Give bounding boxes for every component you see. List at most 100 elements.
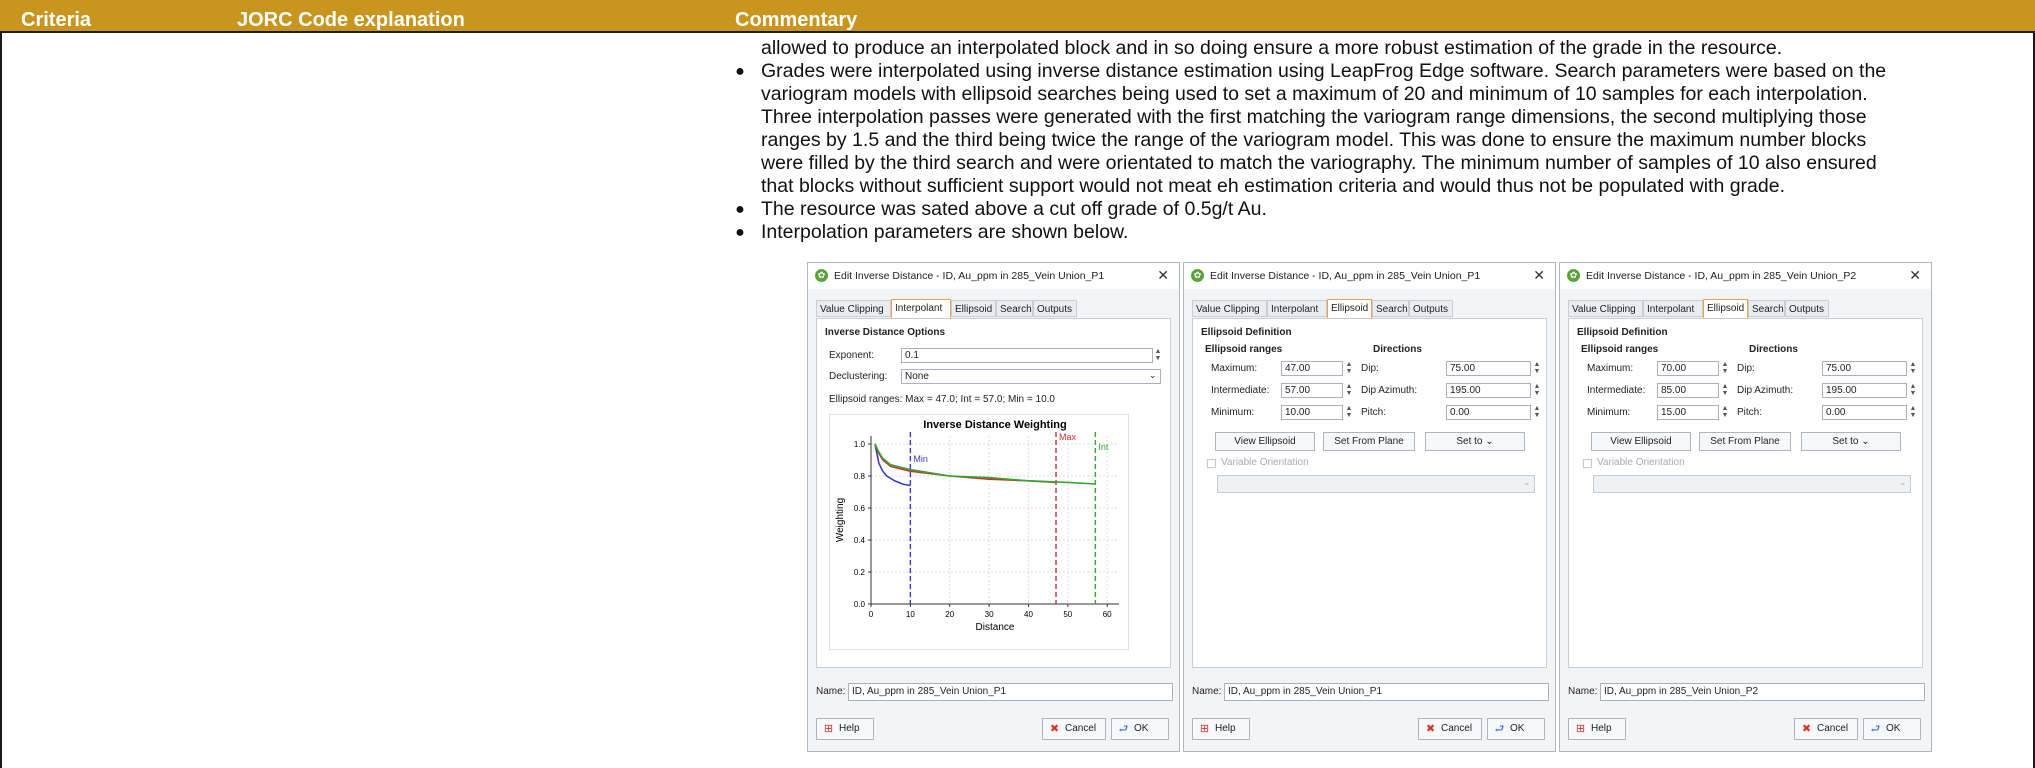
intermediate-input[interactable]: 57.00 (1281, 383, 1343, 398)
exponent-spinner[interactable]: ▲ ▼ (1154, 348, 1162, 363)
section-title: Ellipsoid Definition (1577, 327, 1668, 338)
cutoff-label-min: Min (913, 454, 928, 464)
close-icon[interactable]: ✕ (1533, 267, 1545, 284)
header-jorc-explanation: JORC Code explanation (237, 9, 465, 31)
commentary-intro: allowed to produce an interpolated block… (761, 37, 1783, 59)
help-label: Help (1591, 723, 1612, 734)
intermediate-spinner[interactable]: ▲ ▼ (1345, 383, 1353, 398)
variable-orientation-select[interactable] (1593, 475, 1911, 493)
dialog-title: Edit Inverse Distance - ID, Au_ppm in 28… (1586, 270, 1857, 282)
maximum-spinner[interactable]: ▲ ▼ (1345, 361, 1353, 376)
tab-ellipsoid[interactable]: Ellipsoid (951, 300, 996, 317)
variable-orientation-checkbox[interactable] (1207, 459, 1216, 468)
bullet-line: ranges by 1.5 and the third being twice … (761, 129, 1867, 151)
dip-label: Dip: (1737, 363, 1755, 374)
cutoff-label-max: Max (1059, 432, 1077, 442)
ellipsoid-ranges-header: Ellipsoid ranges (1581, 344, 1659, 355)
tab-interpolant[interactable]: Interpolant (1267, 300, 1327, 317)
tab-outputs[interactable]: Outputs (1033, 300, 1077, 317)
dip-input[interactable]: 75.00 (1446, 361, 1531, 376)
minimum-input[interactable]: 10.00 (1281, 405, 1343, 420)
intermediate-input[interactable]: 85.00 (1657, 383, 1719, 398)
tab-search[interactable]: Search (1748, 300, 1785, 317)
close-icon[interactable]: ✕ (1157, 267, 1169, 284)
exponent-input[interactable]: 0.1 (901, 348, 1153, 363)
minimum-spinner[interactable]: ▲ ▼ (1721, 405, 1729, 420)
tab-interpolant[interactable]: Interpolant (1643, 300, 1703, 317)
pitch-spinner[interactable]: ▲ ▼ (1533, 405, 1541, 420)
y-tick-label: 0.6 (854, 504, 866, 513)
x-tick-label: 60 (1103, 610, 1112, 619)
dip-azimuth-input[interactable]: 195.00 (1446, 383, 1531, 398)
maximum-spinner[interactable]: ▲ ▼ (1721, 361, 1729, 376)
declustering-label: Declustering: (829, 371, 888, 382)
dip-input[interactable]: 75.00 (1822, 361, 1907, 376)
set-to-label: Set to (1832, 436, 1859, 447)
minimum-input[interactable]: 15.00 (1657, 405, 1719, 420)
dip-azimuth-input[interactable]: 195.00 (1822, 383, 1907, 398)
header-criteria: Criteria (21, 9, 92, 31)
dip-spinner[interactable]: ▲ ▼ (1909, 361, 1917, 376)
bullet-item: ● Grades were interpolated using inverse… (735, 60, 1985, 198)
table-header: Criteria JORC Code explanation Commentar… (0, 0, 2035, 33)
tab-outputs[interactable]: Outputs (1409, 300, 1453, 317)
name-input[interactable]: ID, Au_ppm in 285_Vein Union_P1 (848, 683, 1173, 701)
tab-search[interactable]: Search (996, 300, 1033, 317)
tab-value-clipping[interactable]: Value Clipping (1568, 300, 1643, 317)
close-icon[interactable]: ✕ (1909, 267, 1921, 284)
view-ellipsoid-button[interactable]: View Ellipsoid (1591, 432, 1691, 451)
tab-outputs[interactable]: Outputs (1785, 300, 1829, 317)
ok-icon: ⮐ (1118, 723, 1129, 735)
minimum-label: Minimum: (1211, 407, 1255, 418)
pitch-input[interactable]: 0.00 (1446, 405, 1531, 420)
name-label: Name: (1192, 686, 1222, 697)
bullet-marker: ● (735, 224, 745, 241)
minimum-spinner[interactable]: ▲ ▼ (1345, 405, 1353, 420)
variable-orientation-label: Variable Orientation (1597, 457, 1685, 468)
pitch-spinner[interactable]: ▲ ▼ (1909, 405, 1917, 420)
help-button[interactable]: ⊞ Help (1568, 718, 1626, 740)
help-button[interactable]: ⊞ Help (816, 718, 874, 740)
tab-ellipsoid[interactable]: Ellipsoid (1327, 299, 1372, 319)
cancel-button[interactable]: ✖ Cancel (1418, 718, 1482, 740)
dip-azimuth-spinner[interactable]: ▲ ▼ (1909, 383, 1917, 398)
declustering-select[interactable]: None (901, 369, 1161, 384)
ok-button[interactable]: ⮐ OK (1863, 718, 1921, 740)
chevron-down-icon[interactable]: ⌄ (1149, 370, 1157, 381)
set-to-button[interactable]: Set to ⌄ (1425, 432, 1525, 451)
pitch-input[interactable]: 0.00 (1822, 405, 1907, 420)
set-from-plane-button[interactable]: Set From Plane (1699, 432, 1791, 451)
intermediate-spinner[interactable]: ▲ ▼ (1721, 383, 1729, 398)
dip-spinner[interactable]: ▲ ▼ (1533, 361, 1541, 376)
name-row: Name: ID, Au_ppm in 285_Vein Union_P1 (816, 683, 1173, 701)
cancel-icon: ✖ (1425, 723, 1436, 735)
maximum-label: Maximum: (1587, 363, 1634, 374)
tab-ellipsoid[interactable]: Ellipsoid (1703, 299, 1748, 319)
leapfrog-app-icon: ✿ (815, 269, 828, 282)
cancel-button[interactable]: ✖ Cancel (1794, 718, 1858, 740)
intermediate-label: Intermediate: (1587, 385, 1646, 396)
variable-orientation-checkbox[interactable] (1583, 459, 1592, 468)
name-input[interactable]: ID, Au_ppm in 285_Vein Union_P1 (1224, 683, 1549, 701)
tab-interpolant[interactable]: Interpolant (891, 299, 951, 319)
ok-button[interactable]: ⮐ OK (1111, 718, 1169, 740)
chevron-down-icon: ⌄ (1485, 436, 1494, 447)
tab-value-clipping[interactable]: Value Clipping (816, 300, 891, 317)
view-ellipsoid-button[interactable]: View Ellipsoid (1215, 432, 1315, 451)
variable-orientation-select[interactable] (1217, 475, 1535, 493)
help-button[interactable]: ⊞ Help (1192, 718, 1250, 740)
maximum-input[interactable]: 47.00 (1281, 361, 1343, 376)
leapfrog-app-icon: ✿ (1567, 269, 1580, 282)
tab-value-clipping[interactable]: Value Clipping (1192, 300, 1267, 317)
pitch-label: Pitch: (1737, 407, 1763, 418)
ok-button[interactable]: ⮐ OK (1487, 718, 1545, 740)
cancel-button[interactable]: ✖ Cancel (1042, 718, 1106, 740)
name-input[interactable]: ID, Au_ppm in 285_Vein Union_P2 (1600, 683, 1925, 701)
help-icon: ⊞ (1199, 723, 1210, 735)
maximum-input[interactable]: 70.00 (1657, 361, 1719, 376)
tab-search[interactable]: Search (1372, 300, 1409, 317)
dip-azimuth-spinner[interactable]: ▲ ▼ (1533, 383, 1541, 398)
set-from-plane-button[interactable]: Set From Plane (1323, 432, 1415, 451)
dialog-titlebar: ✿ Edit Inverse Distance - ID, Au_ppm in … (1560, 263, 1931, 289)
set-to-button[interactable]: Set to ⌄ (1801, 432, 1901, 451)
